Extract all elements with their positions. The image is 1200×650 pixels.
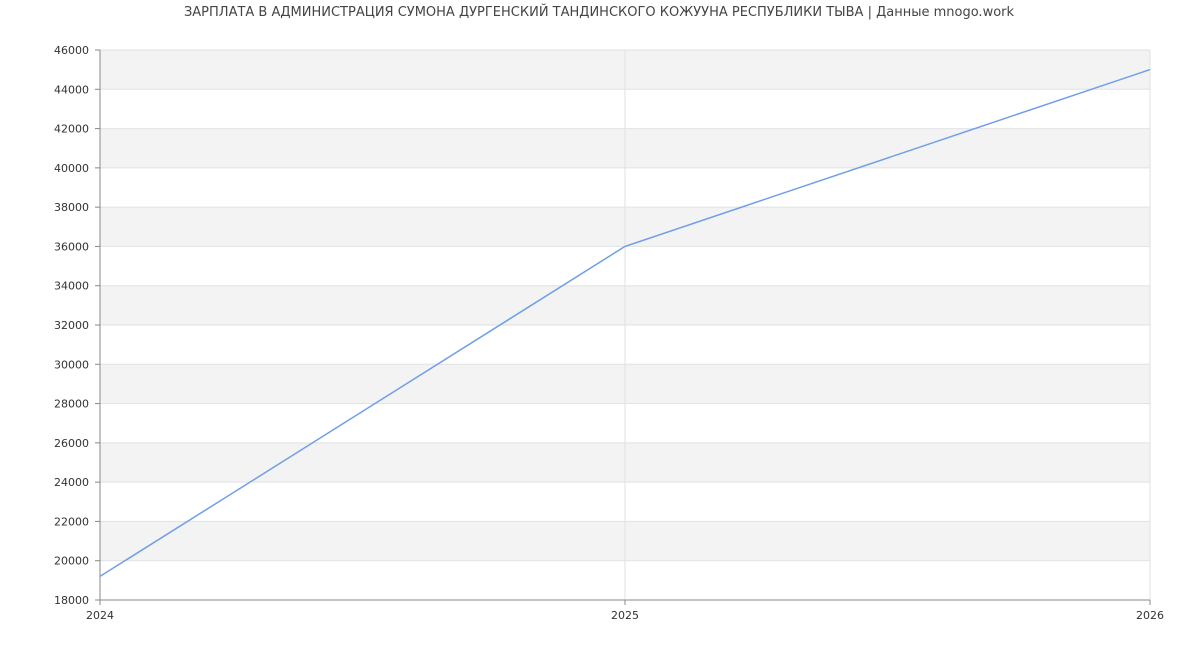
y-tick-label: 30000: [54, 358, 89, 371]
line-chart: 18000 20000 22000 24000 26000 28000 30000 32000…: [54, 44, 1164, 622]
y-tick-label: 22000: [54, 515, 89, 528]
y-axis-tick-labels: 18000 20000 22000 24000 26000 28000 30000 32000…: [54, 44, 89, 607]
x-tick-label: 2025: [611, 609, 639, 622]
y-tick-label: 46000: [54, 44, 89, 57]
y-tick-label: 42000: [54, 123, 89, 136]
y-tick-label: 18000: [54, 594, 89, 607]
x-tick-label: 2024: [86, 609, 114, 622]
y-tick-label: 28000: [54, 398, 89, 411]
y-tick-label: 20000: [54, 555, 89, 568]
y-tick-label: 38000: [54, 201, 89, 214]
x-tick-label: 2026: [1136, 609, 1164, 622]
y-tick-label: 44000: [54, 83, 89, 96]
y-tick-label: 36000: [54, 240, 89, 253]
y-tick-label: 26000: [54, 437, 89, 450]
y-tick-label: 24000: [54, 476, 89, 489]
y-tick-label: 32000: [54, 319, 89, 332]
x-axis-tick-labels: 2024 2025 2026: [86, 609, 1164, 622]
y-tick-label: 34000: [54, 280, 89, 293]
y-tick-label: 40000: [54, 162, 89, 175]
